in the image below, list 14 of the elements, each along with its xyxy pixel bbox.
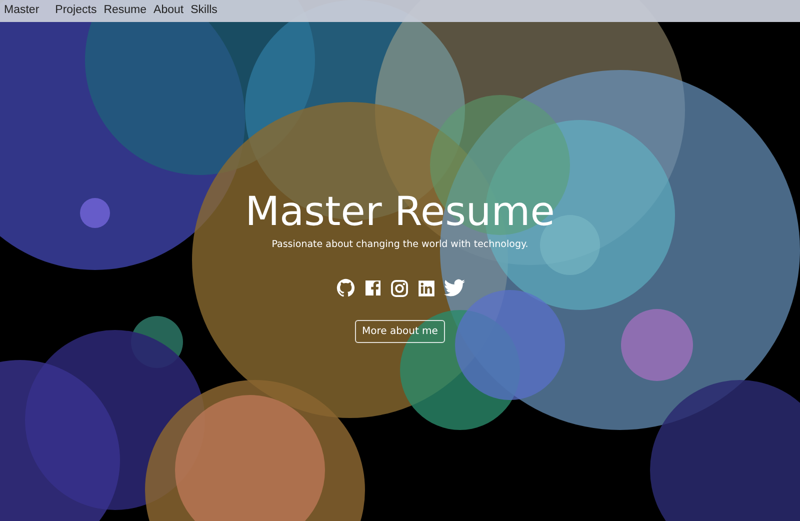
navbar-link[interactable]: Skills (190, 2, 218, 20)
hero-title: Master Resume (245, 188, 555, 236)
linkedin-icon[interactable] (416, 278, 436, 298)
hero-tagline: Passionate about changing the world with technology. (272, 238, 528, 252)
twitter-icon[interactable] (444, 279, 464, 298)
navbar-link[interactable]: Resume (104, 2, 147, 20)
navbar-link[interactable]: About (154, 2, 184, 20)
navbar-brand-link[interactable]: Master (4, 2, 40, 20)
navbar-link[interactable]: Projects (55, 2, 97, 20)
instagram-icon[interactable] (390, 278, 408, 298)
more-about-me-button[interactable]: More about me (355, 320, 445, 344)
background-bubble (80, 198, 110, 228)
facebook-icon[interactable] (364, 279, 382, 298)
github-icon[interactable] (336, 278, 356, 298)
